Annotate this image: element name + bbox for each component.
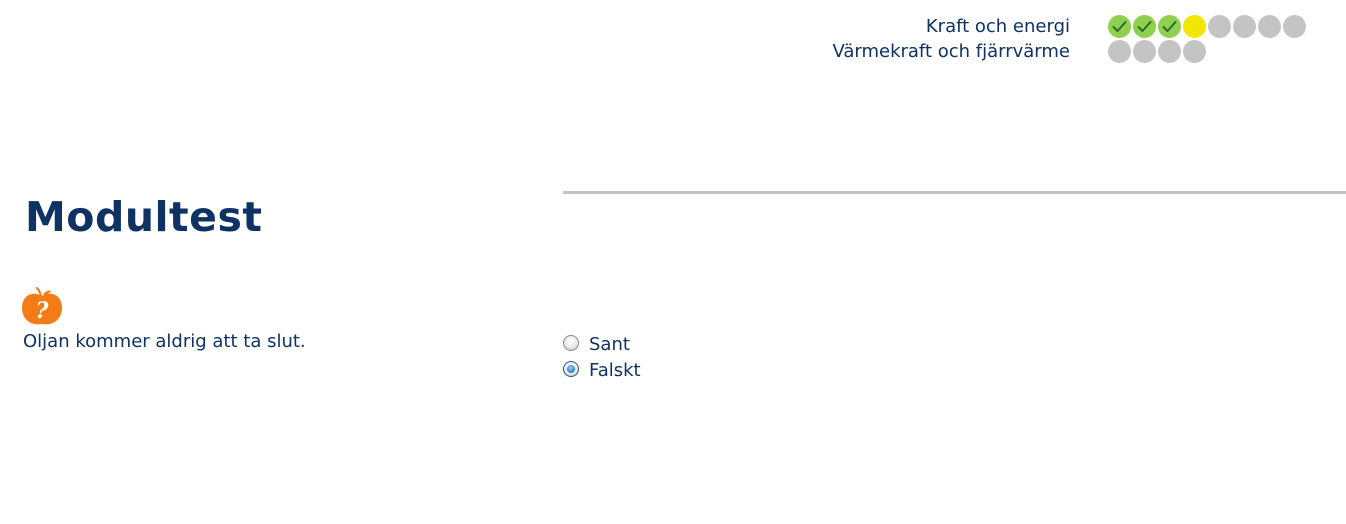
answer-option-falskt[interactable]: Falskt <box>563 357 641 383</box>
answer-option-sant[interactable]: Sant <box>563 331 641 357</box>
progress-step-todo <box>1108 40 1131 63</box>
progress-label: Kraft och energi <box>925 16 1070 37</box>
progress-row-kraft-och-energi: Kraft och energi <box>786 14 1306 39</box>
progress-overview: Kraft och energi Värmekraft och fjärrvär… <box>786 14 1306 64</box>
progress-step-current <box>1183 15 1206 38</box>
progress-step-todo <box>1233 15 1256 38</box>
page: Kraft och energi Värmekraft och fjärrvär… <box>0 0 1346 524</box>
progress-dots <box>1108 40 1306 63</box>
svg-text:?: ? <box>36 298 50 324</box>
checkmark-icon <box>1162 21 1177 32</box>
progress-dots <box>1108 15 1306 38</box>
apple-question-icon: ? <box>22 287 62 325</box>
divider <box>563 191 1346 194</box>
checkmark-icon <box>1112 21 1127 32</box>
progress-row-varmekraft: Värmekraft och fjärrvärme <box>786 39 1306 64</box>
progress-label: Värmekraft och fjärrvärme <box>832 41 1070 62</box>
progress-step-todo <box>1208 15 1231 38</box>
page-title: Modultest <box>25 193 263 241</box>
answer-options: Sant Falskt <box>563 331 641 383</box>
progress-step-done <box>1108 15 1131 38</box>
progress-step-done <box>1133 15 1156 38</box>
progress-step-todo <box>1258 15 1281 38</box>
radio-falskt[interactable] <box>563 360 579 377</box>
question-text: Oljan kommer aldrig att ta slut. <box>23 331 306 352</box>
answer-label: Falskt <box>589 359 641 381</box>
progress-step-done <box>1158 15 1181 38</box>
answer-label: Sant <box>589 333 630 355</box>
checkmark-icon <box>1137 21 1152 32</box>
radio-sant[interactable] <box>563 334 579 351</box>
progress-step-todo <box>1158 40 1181 63</box>
progress-step-todo <box>1183 40 1206 63</box>
progress-step-todo <box>1133 40 1156 63</box>
progress-step-todo <box>1283 15 1306 38</box>
